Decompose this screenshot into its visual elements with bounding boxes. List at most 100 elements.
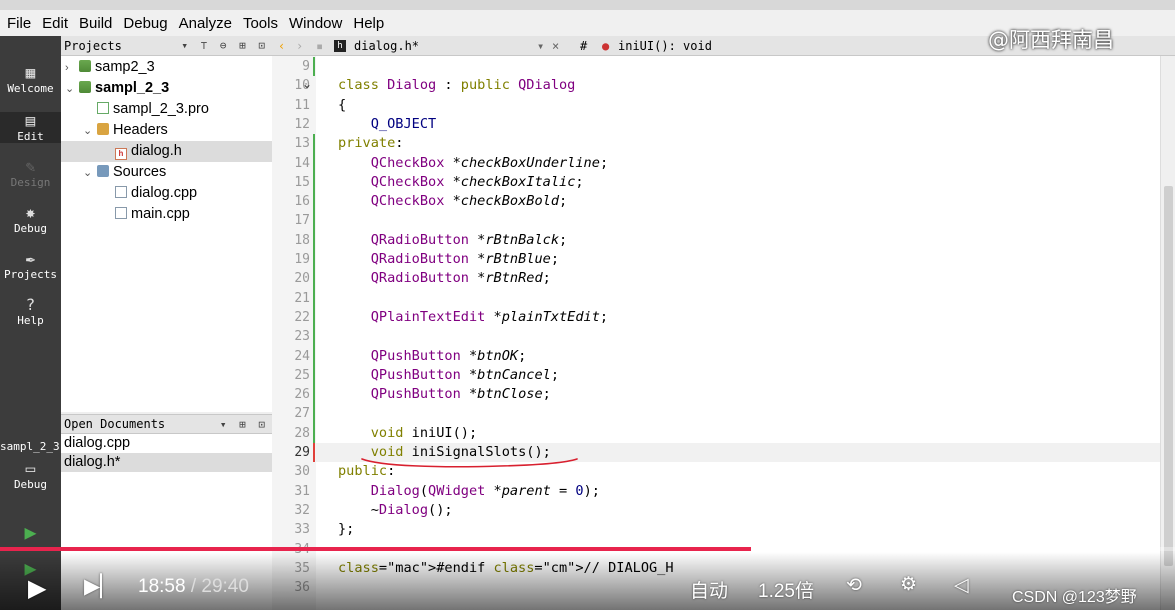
nav-forward-icon[interactable]: › [296, 36, 303, 56]
code-editor[interactable]: class Dialog : public QDialog{ Q_OBJECT p… [316, 56, 1160, 610]
code-line[interactable]: { [338, 96, 346, 115]
mode-label: Design [10, 176, 51, 189]
mode-debug[interactable]: ✸ Debug [0, 204, 61, 236]
expand-arrow-icon[interactable]: ⌄ [83, 163, 97, 184]
menu-file[interactable]: File [6, 15, 32, 32]
code-line[interactable]: Dialog(QWidget *parent = 0); [338, 482, 600, 501]
line-number: 24 [294, 348, 310, 364]
pencil-icon: ✎ [25, 157, 36, 176]
mode-projects[interactable]: ✒ Projects [0, 249, 61, 282]
symbol-selector[interactable]: iniUI(): void [618, 36, 712, 56]
code-line[interactable]: void iniUI(); [338, 424, 477, 443]
time-total: 29:40 [201, 576, 249, 597]
code-line[interactable]: QPushButton *btnCancel; [338, 366, 559, 385]
code-line[interactable]: }; [338, 520, 354, 539]
tree-item-label: Headers [113, 122, 168, 138]
tree-item[interactable]: dialog.cpp [101, 183, 197, 204]
next-icon[interactable]: ▶▏ [84, 574, 116, 599]
menu-tools[interactable]: Tools [242, 15, 279, 32]
open-documents-tools-icons[interactable]: ▾ ⊞ ⊡ [220, 415, 268, 434]
open-document-item[interactable]: dialog.cpp [61, 434, 272, 453]
mode-help[interactable]: ? Help [0, 296, 61, 328]
expand-arrow-icon[interactable]: ⌄ [65, 79, 79, 100]
menu-window[interactable]: Window [288, 15, 343, 32]
time-separator: / [190, 576, 197, 597]
code-line[interactable]: QCheckBox *checkBoxUnderline; [338, 154, 608, 173]
editor-file-tab[interactable]: dialog.h* [354, 36, 419, 56]
line-number: 27 [294, 406, 310, 422]
tree-item-label: sampl_2_3 [95, 80, 170, 96]
menu-help[interactable]: Help [352, 15, 385, 32]
code-line[interactable]: QRadioButton *rBtnBlue; [338, 250, 559, 269]
line-number: 12 [294, 116, 310, 132]
fold-arrow-icon[interactable]: ⌄ [302, 76, 312, 93]
panel-tools-icons[interactable]: ▾ ⊤ ⊖ ⊞ ⊡ [181, 36, 268, 56]
expand-arrow-icon[interactable]: ⌄ [83, 121, 97, 142]
code-line[interactable]: ~Dialog(); [338, 501, 453, 520]
tree-item[interactable]: main.cpp [101, 204, 190, 225]
watermark-bottom: CSDN @123梦野 [1012, 589, 1137, 606]
tree-item-label: dialog.cpp [131, 185, 198, 201]
tree-item[interactable]: › samp2_3 [65, 57, 155, 78]
edit-document-icon: ▤ [25, 111, 36, 130]
run-icon[interactable]: ▶ [0, 520, 61, 544]
code-line[interactable]: class Dialog : public QDialog [338, 76, 575, 95]
tree-item[interactable]: ⌄ sampl_2_3 [65, 78, 169, 99]
line-number: 20 [294, 271, 310, 287]
wrench-icon: ✒ [25, 249, 36, 268]
code-line[interactable]: QCheckBox *checkBoxBold; [338, 192, 567, 211]
nav-back-icon[interactable]: ‹ [278, 36, 285, 56]
monitor-icon: ▭ [25, 459, 36, 478]
debug-target-selector[interactable]: ▭ Debug [0, 459, 61, 492]
code-line[interactable]: QPushButton *btnClose; [338, 385, 551, 404]
symbol-function-icon: ● [602, 39, 610, 53]
tree-item-label: sampl_2_3.pro [113, 101, 209, 117]
open-documents-header: Open Documents ▾ ⊞ ⊡ [61, 414, 272, 434]
code-line[interactable]: private: [338, 134, 403, 153]
editor-scrollbar[interactable] [1160, 56, 1175, 610]
mode-label: Edit [17, 130, 44, 143]
settings-gear-icon[interactable]: ⚙ [900, 573, 917, 596]
speed-selector[interactable]: 1.25倍 [758, 576, 814, 603]
play-icon[interactable]: ▶ [28, 574, 46, 603]
mode-welcome[interactable]: ▦ Welcome [0, 64, 61, 96]
code-line[interactable]: public: [338, 462, 395, 481]
open-document-item[interactable]: dialog.h* [61, 453, 272, 472]
code-line[interactable]: QRadioButton *rBtnBalck; [338, 231, 567, 250]
loop-icon[interactable]: ⟲ [846, 574, 862, 597]
code-line[interactable]: QPushButton *btnOK; [338, 347, 527, 366]
mode-edit[interactable]: ▤ Edit [0, 112, 61, 143]
code-line[interactable]: Q_OBJECT [338, 115, 436, 134]
line-number: 19 [294, 252, 310, 267]
tree-item[interactable]: ⌄ Sources [83, 162, 166, 183]
debug-target-label: Debug [13, 478, 48, 491]
line-number: 14 [294, 155, 310, 171]
menu-edit[interactable]: Edit [41, 15, 69, 32]
code-line[interactable]: QPlainTextEdit *plainTxtEdit; [338, 308, 608, 327]
tree-item-label: dialog.h [131, 143, 182, 159]
mode-label: Debug [13, 222, 48, 235]
volume-icon[interactable]: ◁ [954, 574, 969, 597]
tree-item[interactable]: h dialog.h [61, 141, 272, 162]
line-number: 25 [294, 367, 310, 383]
code-line[interactable]: QCheckBox *checkBoxItalic; [338, 173, 584, 192]
expand-arrow-icon[interactable]: › [65, 58, 79, 79]
quality-selector[interactable]: 自动 [690, 576, 728, 603]
video-progress-fill[interactable] [0, 547, 751, 551]
header-file-icon: h [334, 40, 346, 52]
menu-analyze[interactable]: Analyze [178, 15, 233, 32]
kit-selector-label[interactable]: sampl_2_3 [0, 440, 61, 453]
code-line[interactable]: QRadioButton *rBtnRed; [338, 269, 551, 288]
editor-close-icon[interactable]: × [552, 36, 559, 56]
mode-design[interactable]: ✎ Design [0, 157, 61, 190]
scrollbar-thumb[interactable] [1164, 186, 1173, 566]
menu-debug[interactable]: Debug [122, 15, 168, 32]
code-line[interactable]: void iniSignalSlots(); [338, 443, 551, 462]
file-dropdown-icon[interactable]: ▾ [537, 36, 544, 56]
projects-panel-title[interactable]: Projects [64, 39, 122, 53]
projects-panel-header: Projects ▾ ⊤ ⊖ ⊞ ⊡ [61, 36, 272, 56]
tree-item[interactable]: ⌄ Headers [83, 120, 168, 141]
unsaved-line-marker [313, 443, 315, 463]
menu-build[interactable]: Build [78, 15, 113, 32]
tree-item[interactable]: sampl_2_3.pro [83, 99, 209, 120]
